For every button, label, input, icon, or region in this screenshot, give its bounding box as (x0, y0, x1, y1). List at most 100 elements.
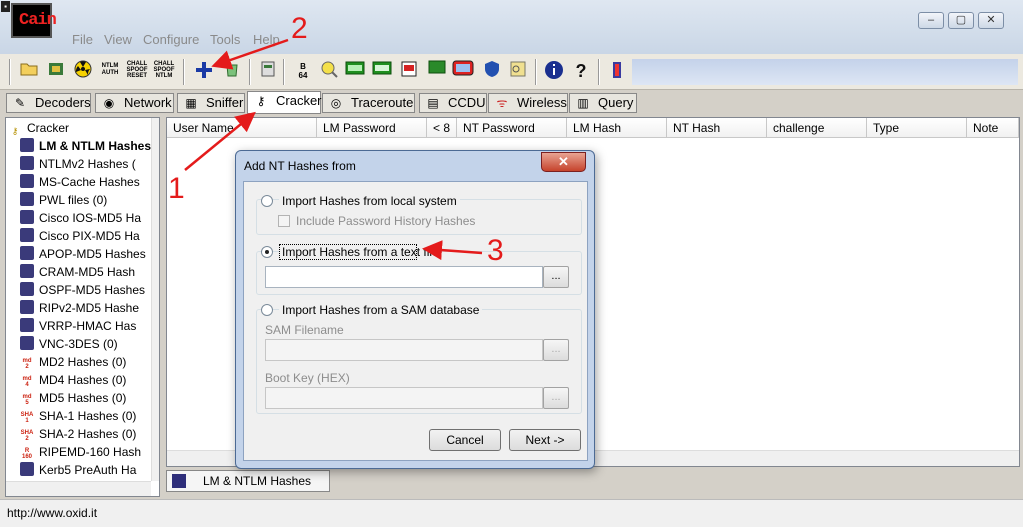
dialog-close-button[interactable]: ✕ (541, 152, 586, 172)
cain-logo: Cain (11, 3, 57, 38)
cracker-tree[interactable]: ⚷ Cracker LM & NTLM Hashes NTLMv2 Hashes (… (5, 117, 160, 497)
help-icon[interactable]: ? (570, 60, 592, 82)
recycle-icon[interactable] (221, 60, 243, 82)
tab-query[interactable]: ▥ Query (569, 93, 637, 113)
bottom-tab-lm-ntlm[interactable]: LM & NTLM Hashes (166, 470, 330, 492)
tree-horizontal-scrollbar[interactable] (6, 481, 151, 496)
vnc-icon (20, 336, 34, 350)
tab-wireless[interactable]: ᯤ Wireless (488, 93, 568, 113)
radio-sam-database[interactable]: Import Hashes from a SAM database (261, 303, 483, 317)
crack-icon[interactable] (344, 60, 366, 82)
focus-rectangle (279, 244, 417, 260)
tree-item[interactable]: md 2 MD2 Hashes (0) (20, 353, 127, 371)
tree-item[interactable]: APOP-MD5 Hashes (20, 245, 146, 263)
chall-spoof-ntlm-icon[interactable]: CHALL SPOOF NTLM (153, 61, 175, 83)
ntlmv2-icon (20, 156, 34, 170)
text-file-browse-button[interactable]: ... (543, 266, 569, 288)
tree-item[interactable]: NTLMv2 Hashes ( (20, 155, 136, 173)
ripemd-icon: R 160 (21, 448, 32, 460)
chall-spoof-reset-icon[interactable]: CHALL SPOOF RESET (126, 61, 148, 83)
console-icon[interactable] (426, 60, 448, 82)
add-nt-hashes-dialog: Add NT Hashes from ✕ Import Hashes from … (235, 150, 595, 469)
base64-icon[interactable]: B 64 (292, 62, 314, 84)
cancel-button[interactable]: Cancel (429, 429, 501, 451)
red-icon[interactable] (452, 60, 474, 82)
system-menu-icon[interactable]: ▪ (1, 1, 10, 12)
menu-file[interactable]: File (72, 32, 93, 47)
checkbox-box (278, 215, 290, 227)
boot-key-input[interactable] (265, 387, 543, 409)
tree-item[interactable]: RIPv2-MD5 Hashe (20, 299, 139, 317)
column-lm-hash[interactable]: LM Hash (567, 118, 667, 138)
apop-icon (20, 246, 34, 260)
tree-item[interactable]: LM & NTLM Hashes (20, 137, 151, 155)
vrrp-icon (20, 318, 34, 332)
info-icon[interactable] (543, 60, 565, 82)
tab-cracker[interactable]: ⚷ Cracker (247, 91, 322, 114)
toolbar-separator (183, 59, 185, 85)
tree-item[interactable]: Kerb5 PreAuth Ha (20, 461, 136, 479)
column-nt-password[interactable]: NT Password (457, 118, 567, 138)
tree-item[interactable]: SHA 2 SHA-2 Hashes (0) (20, 425, 137, 443)
tab-network[interactable]: ◉ Network (95, 93, 174, 113)
tree-item[interactable]: CRAM-MD5 Hash (20, 263, 135, 281)
column-nt-hash[interactable]: NT Hash (667, 118, 767, 138)
maximize-button[interactable]: ▢ (948, 12, 974, 29)
column-note[interactable]: Note (967, 118, 1019, 138)
tree-item[interactable]: Cisco IOS-MD5 Ha (20, 209, 141, 227)
tree-item[interactable]: OSPF-MD5 Hashes (20, 281, 145, 299)
radio-local-system[interactable]: Import Hashes from local system (261, 194, 460, 208)
tree-item[interactable]: md 4 MD4 Hashes (0) (20, 371, 127, 389)
add-icon[interactable] (193, 60, 215, 82)
menu-view[interactable]: View (104, 32, 132, 47)
sam-filename-input[interactable] (265, 339, 543, 361)
tree-item[interactable]: VRRP-HMAC Has (20, 317, 136, 335)
tree-root-cracker[interactable]: ⚷ Cracker (8, 119, 69, 137)
checkbox-history[interactable]: Include Password History Hashes (278, 214, 475, 228)
tab-ccdu[interactable]: ▤ CCDU (419, 93, 487, 113)
column-challenge[interactable]: challenge (767, 118, 867, 138)
tab-traceroute[interactable]: ◎ Traceroute (322, 93, 415, 113)
menu-configure[interactable]: Configure (143, 32, 199, 47)
minimize-button[interactable]: – (918, 12, 944, 29)
column-lt8[interactable]: < 8 (427, 118, 457, 138)
toolbar-spacer (632, 59, 1018, 85)
tree-item[interactable]: Cisco PIX-MD5 Ha (20, 227, 140, 245)
close-window-button[interactable]: ✕ (978, 12, 1004, 29)
next-button[interactable]: Next -> (509, 429, 581, 451)
route-icon[interactable] (318, 60, 340, 82)
sam-browse-button[interactable]: ... (543, 339, 569, 361)
exit-icon[interactable] (606, 60, 628, 82)
rdp-icon[interactable] (398, 60, 420, 82)
open-icon[interactable] (18, 60, 40, 82)
tab-decoders[interactable]: ✎ Decoders (6, 93, 91, 113)
column-type[interactable]: Type (867, 118, 967, 138)
column-user-name[interactable]: User Name (167, 118, 317, 138)
column-lm-password[interactable]: LM Password (317, 118, 427, 138)
radiation-icon[interactable] (72, 60, 94, 82)
decoder-icon[interactable] (257, 60, 279, 82)
cisco-pix-icon (20, 228, 34, 242)
shield-icon[interactable] (481, 60, 503, 82)
boot-key-browse-button[interactable]: ... (543, 387, 569, 409)
tab-sniffer[interactable]: ▦ Sniffer (177, 93, 245, 113)
ntlm-auth-icon[interactable]: NTLM AUTH (99, 63, 121, 85)
key-icon: ⚷ (11, 126, 19, 136)
capture-icon[interactable] (45, 60, 67, 82)
menu-tools[interactable]: Tools (210, 32, 240, 47)
menu-help[interactable]: Help (253, 32, 280, 47)
sniffer-icon: ▦ (185, 96, 197, 110)
tree-item[interactable]: md 5 MD5 Hashes (0) (20, 389, 127, 407)
tree-vertical-scrollbar[interactable] (151, 118, 159, 481)
lm-hash-icon (20, 138, 34, 152)
tree-item[interactable]: SHA 1 SHA-1 Hashes (0) (20, 407, 137, 425)
key-icon[interactable] (507, 60, 529, 82)
status-bar: http://www.oxid.it (0, 499, 1023, 527)
tree-item[interactable]: MS-Cache Hashes (20, 173, 140, 191)
md4-icon: md 4 (22, 376, 32, 388)
tree-item[interactable]: PWL files (0) (20, 191, 107, 209)
text-file-input[interactable] (265, 266, 543, 288)
tree-item[interactable]: VNC-3DES (0) (20, 335, 118, 353)
tree-item[interactable]: R 160 RIPEMD-160 Hash (20, 443, 141, 461)
vpn-icon[interactable] (371, 60, 393, 82)
